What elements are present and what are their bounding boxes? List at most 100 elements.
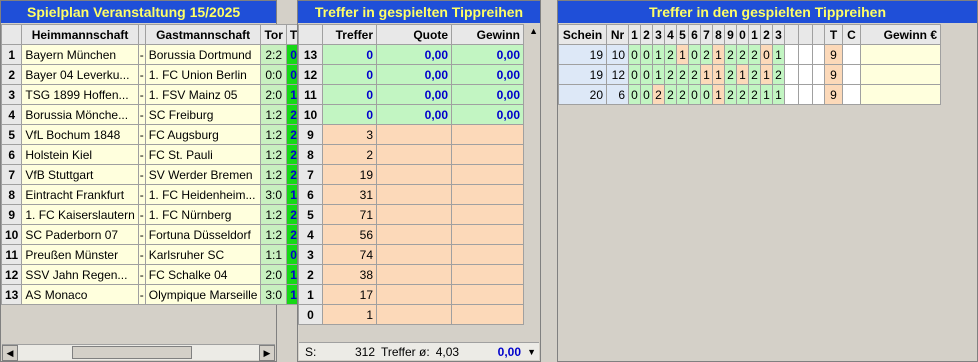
home-team[interactable]: VfB Stuttgart (21, 164, 139, 185)
col-c[interactable]: C (842, 24, 861, 45)
table-row[interactable]: 1 17 (298, 284, 524, 305)
col-nr[interactable]: Nr (606, 24, 629, 45)
col-game-9[interactable]: 9 (724, 24, 737, 45)
table-row[interactable]: 9 1. FC Kaiserslautern -1. FC Nürnberg 1:2 2 (0, 204, 302, 225)
col-game-6[interactable]: 6 (688, 24, 701, 45)
table-row[interactable]: 2 Bayer 04 Leverku... -1. FC Union Berlin 0… (0, 64, 302, 85)
col-game-1[interactable]: 1 (628, 24, 641, 45)
table-row[interactable]: 11 Preußen Münster - Karlsruher SC 1:1 0 (0, 244, 302, 265)
table-row[interactable]: 3 74 (298, 244, 524, 265)
away-team[interactable]: Borussia Dortmund (144, 44, 262, 65)
home-team[interactable]: Holstein Kiel (21, 144, 139, 165)
away-team[interactable]: Olympique Marseille (144, 284, 262, 305)
row-number: 12 (0, 264, 23, 285)
table-row[interactable]: 10 SC Paderborn 07- Fortuna Düsseldorf 1:2 2 (0, 224, 302, 245)
away-team[interactable]: FC Schalke 04 (144, 264, 262, 285)
away-team[interactable]: SV Werder Bremen (144, 164, 262, 185)
table-row[interactable]: 82 (298, 144, 524, 165)
separator: - (137, 44, 146, 65)
home-team[interactable]: AS Monaco (21, 284, 139, 305)
home-team[interactable]: Bayern München (21, 44, 139, 65)
home-team[interactable]: Eintracht Frankfurt (21, 184, 139, 205)
table-row[interactable]: 12 0 0,00 0,00 (298, 64, 524, 85)
col-game-13[interactable]: 3 (772, 24, 785, 45)
col-game-5[interactable]: 5 (676, 24, 689, 45)
table-row[interactable]: 10 0 0,00 0,00 (298, 104, 524, 125)
table-row[interactable]: 20 6 0 0 2 2 2 0 0 1 2 2 2 1 1 9 (558, 84, 941, 105)
away-team[interactable]: 1. FC Nürnberg (144, 204, 262, 225)
away-team[interactable]: 1. FSV Mainz 05 (144, 84, 262, 105)
gewinn-value (451, 244, 524, 265)
col-gewinn[interactable]: Gewinn (451, 24, 524, 45)
scroll-up-icon[interactable]: ▲ (529, 26, 538, 36)
col-game-4[interactable]: 4 (664, 24, 677, 45)
table-row[interactable]: 12 SSV Jahn Regen... - FC Schalke 04 2:0 1 (0, 264, 302, 285)
table-row[interactable]: 01 (298, 304, 524, 325)
col-t[interactable]: T (824, 24, 843, 45)
table-row[interactable]: 3 TSG 1899 Hoffen... -1. FSV Mainz 05 2:0 1 (0, 84, 302, 105)
table-row[interactable]: 5 71 (298, 204, 524, 225)
col-game-2[interactable]: 2 (640, 24, 653, 45)
tip-cell: 0 (628, 84, 641, 105)
away-team[interactable]: 1. FC Heidenheim... (144, 184, 262, 205)
hit-total: 9 (824, 64, 843, 85)
home-team[interactable]: Borussia Mönche... (21, 104, 139, 125)
scroll-right-icon[interactable]: ▶ (259, 345, 275, 361)
table-row[interactable]: 4 56 (298, 224, 524, 245)
table-row[interactable]: 4 Borussia Mönche... - SC Freiburg 1:2 2 (0, 104, 302, 125)
scroll-down-icon[interactable]: ▼ (527, 347, 536, 357)
table-row[interactable]: 13 0 0,00 0,00 (298, 44, 524, 65)
col-heim[interactable]: Heimmannschaft (21, 24, 139, 45)
table-row[interactable]: 2 38 (298, 264, 524, 285)
hit-count: 71 (322, 204, 377, 225)
col-game-7[interactable]: 7 (700, 24, 713, 45)
col-game-3[interactable]: 3 (652, 24, 665, 45)
rank-number: 10 (298, 104, 323, 125)
tippreihen-title: Treffer in den gespielten Tippreihen (558, 1, 977, 23)
away-team[interactable]: FC Augsburg (144, 124, 262, 145)
home-team[interactable]: Preußen Münster (21, 244, 139, 265)
col-game-10[interactable]: 0 (736, 24, 749, 45)
away-team[interactable]: FC St. Pauli (144, 144, 262, 165)
table-row[interactable]: 19 10 0 0 1 2 1 0 2 1 2 2 2 0 1 9 (558, 44, 941, 65)
home-team[interactable]: VfL Bochum 1848 (21, 124, 139, 145)
row-number: 9 (0, 204, 23, 225)
spielplan-hscrollbar[interactable]: ◀ ▶ (2, 344, 275, 361)
table-row[interactable]: 93 (298, 124, 524, 145)
col-treffer[interactable]: Treffer (322, 24, 377, 45)
scroll-left-icon[interactable]: ◀ (2, 345, 18, 361)
col-schein[interactable]: Schein (558, 24, 607, 45)
tip-cell: 0 (628, 44, 641, 65)
home-team[interactable]: Bayer 04 Leverku... (21, 64, 139, 85)
table-row[interactable]: 6 31 (298, 184, 524, 205)
home-team[interactable]: 1. FC Kaiserslautern (21, 204, 139, 225)
table-row[interactable]: 11 0 0,00 0,00 (298, 84, 524, 105)
rank-number: 0 (298, 304, 323, 325)
col-tor[interactable]: Tor (260, 24, 287, 45)
col-gewinn-eur[interactable]: Gewinn € (860, 24, 941, 45)
away-team[interactable]: Karlsruher SC (144, 244, 262, 265)
col-quote[interactable]: Quote (376, 24, 452, 45)
table-row[interactable]: 13 AS Monaco - Olympique Marseille 3:0 1 (0, 284, 302, 305)
table-row[interactable]: 6 Holstein Kiel - FC St. Pauli 1:2 2 (0, 144, 302, 165)
table-row[interactable]: 19 12 0 0 1 2 2 2 1 1 2 1 2 1 2 9 (558, 64, 941, 85)
table-row[interactable]: 5 VfL Bochum 1848- FC Augsburg 1:2 2 (0, 124, 302, 145)
col-gast[interactable]: Gastmannschaft (144, 24, 262, 45)
col-game-8[interactable]: 8 (712, 24, 725, 45)
home-team[interactable]: SSV Jahn Regen... (21, 264, 139, 285)
away-team[interactable]: 1. FC Union Berlin (144, 64, 262, 85)
home-team[interactable]: TSG 1899 Hoffen... (21, 84, 139, 105)
score: 1:2 (260, 204, 287, 225)
table-row[interactable]: 1 Bayern München - Borussia Dortmund 2:2 0 (0, 44, 302, 65)
away-team[interactable]: SC Freiburg (144, 104, 262, 125)
away-team[interactable]: Fortuna Düsseldorf (144, 224, 262, 245)
col-game-11[interactable]: 1 (748, 24, 761, 45)
table-row[interactable]: 7 19 (298, 164, 524, 185)
tip-cell: 2 (724, 64, 737, 85)
scroll-thumb[interactable] (72, 346, 192, 359)
table-row[interactable]: 8 Eintracht Frankfurt -1. FC Heidenheim...… (0, 184, 302, 205)
col-game-12[interactable]: 2 (760, 24, 773, 45)
home-team[interactable]: SC Paderborn 07 (21, 224, 139, 245)
table-row[interactable]: 7 VfB Stuttgart - SV Werder Bremen 1:2 2 (0, 164, 302, 185)
rank-number: 13 (298, 44, 323, 65)
